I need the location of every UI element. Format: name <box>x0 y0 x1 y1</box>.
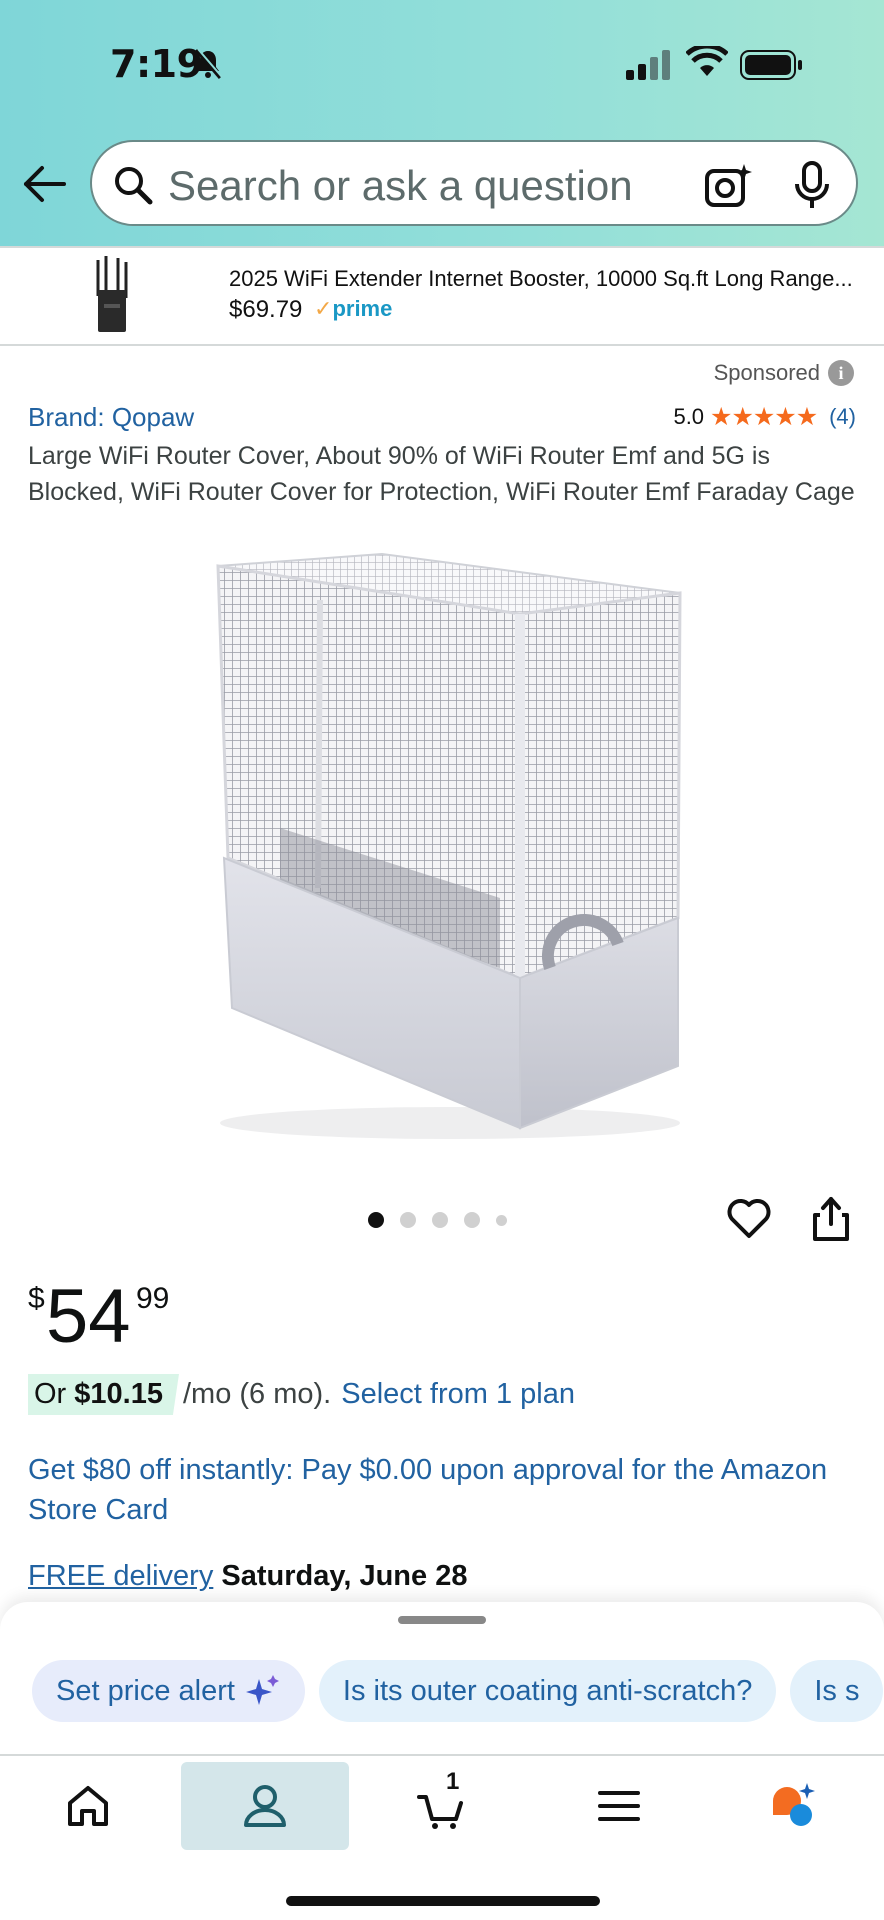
home-icon <box>68 1786 108 1826</box>
battery-icon <box>740 50 802 80</box>
monthly-suffix: /mo (6 mo). <box>182 1378 332 1410</box>
suggestion-chips: Set price alert Is its outer coating ant… <box>32 1660 884 1722</box>
chip-label: Is s <box>814 1674 860 1707</box>
carousel-dot[interactable] <box>496 1214 507 1226</box>
monthly-badge: Or $10.15 <box>28 1374 179 1415</box>
wifi-icon <box>686 46 728 76</box>
delivery-date: Saturday, June 28 <box>221 1560 468 1592</box>
chip-label: Set price alert <box>56 1674 235 1707</box>
image-carousel-dots[interactable] <box>368 1212 507 1228</box>
rating-value: 5.0 <box>673 404 705 429</box>
free-delivery-link[interactable]: FREE delivery <box>28 1560 213 1592</box>
search-input[interactable]: Search or ask a question <box>168 162 633 210</box>
rating-count[interactable]: (4) <box>829 404 856 430</box>
share-icon[interactable] <box>810 1196 852 1242</box>
cart-icon <box>417 1795 463 1829</box>
sponsored-product-banner[interactable]: 2025 WiFi Extender Internet Booster, 100… <box>0 246 884 346</box>
info-icon[interactable]: i <box>828 360 854 386</box>
search-icon <box>115 167 153 205</box>
brand-link[interactable]: Brand: Qopaw <box>28 402 194 433</box>
price-symbol: $ <box>28 1282 45 1315</box>
microphone-icon[interactable] <box>792 160 832 210</box>
prime-badge: ✓prime <box>314 296 392 322</box>
bottom-nav: 1 <box>0 1754 884 1920</box>
monthly-payment-row: Or $10.15 /mo (6 mo). Select from 1 plan <box>28 1374 575 1415</box>
sponsored-text: Sponsored <box>713 360 820 385</box>
search-bar[interactable]: Search or ask a question <box>90 140 858 226</box>
star-rating-icon: ★★★★★ <box>710 403 818 431</box>
ad-product-thumbnail <box>96 256 128 332</box>
product-title: Large WiFi Router Cover, About 90% of Wi… <box>28 442 855 506</box>
nav-menu[interactable] <box>535 1762 703 1850</box>
price-fraction: 99 <box>136 1282 170 1315</box>
back-arrow-icon[interactable] <box>20 160 68 208</box>
cart-count: 1 <box>446 1768 460 1795</box>
ad-title[interactable]: 2025 WiFi Extender Internet Booster, 100… <box>229 266 869 292</box>
suggestion-sheet: Set price alert Is its outer coating ant… <box>0 1602 884 1754</box>
prime-check-icon: ✓ <box>314 296 333 321</box>
sponsored-label[interactable]: Sponsored i <box>714 360 854 386</box>
home-indicator <box>286 1896 600 1906</box>
prime-label: prime <box>332 296 393 321</box>
cellular-signal-icon <box>626 50 670 80</box>
question-chip[interactable]: Is s <box>790 1660 884 1722</box>
monthly-amount: $10.15 <box>74 1378 163 1410</box>
price-alert-chip[interactable]: Set price alert <box>32 1660 305 1722</box>
select-plan-link[interactable]: Select from 1 plan <box>341 1378 575 1411</box>
product-image[interactable] <box>200 548 700 1148</box>
camera-search-icon[interactable] <box>704 162 752 210</box>
carousel-dot[interactable] <box>368 1212 384 1228</box>
sheet-drag-handle[interactable] <box>398 1616 486 1624</box>
nav-cart[interactable]: 1 <box>358 1762 526 1850</box>
menu-icon <box>598 1791 640 1821</box>
carousel-dot[interactable] <box>432 1212 448 1228</box>
store-card-offer-link[interactable]: Get $80 off instantly: Pay $0.00 upon ap… <box>28 1450 828 1530</box>
sparkle-icon <box>245 1675 279 1705</box>
question-chip[interactable]: Is its outer coating anti-scratch? <box>318 1660 777 1722</box>
rating-summary[interactable]: 5.0 ★★★★★ (4) <box>673 402 856 432</box>
price-whole: 54 <box>46 1274 131 1359</box>
carousel-dot[interactable] <box>400 1212 416 1228</box>
heart-icon[interactable] <box>726 1196 772 1242</box>
chat-assistant-icon <box>773 1783 815 1826</box>
account-icon <box>244 1785 286 1827</box>
delivery-info: FREE delivery Saturday, June 28 <box>28 1560 467 1593</box>
bell-off-icon <box>194 48 223 79</box>
nav-account[interactable] <box>181 1762 349 1850</box>
nav-rufus-assistant[interactable] <box>708 1762 876 1850</box>
carousel-dot[interactable] <box>464 1212 480 1228</box>
header: 7:19 Search or ask a question <box>0 0 884 246</box>
nav-home[interactable] <box>4 1762 172 1850</box>
chip-label: Is its outer coating anti-scratch? <box>342 1674 753 1707</box>
status-time: 7:19 <box>110 42 203 86</box>
monthly-prefix: Or <box>34 1378 75 1410</box>
ad-price: $69.79 <box>229 296 303 323</box>
